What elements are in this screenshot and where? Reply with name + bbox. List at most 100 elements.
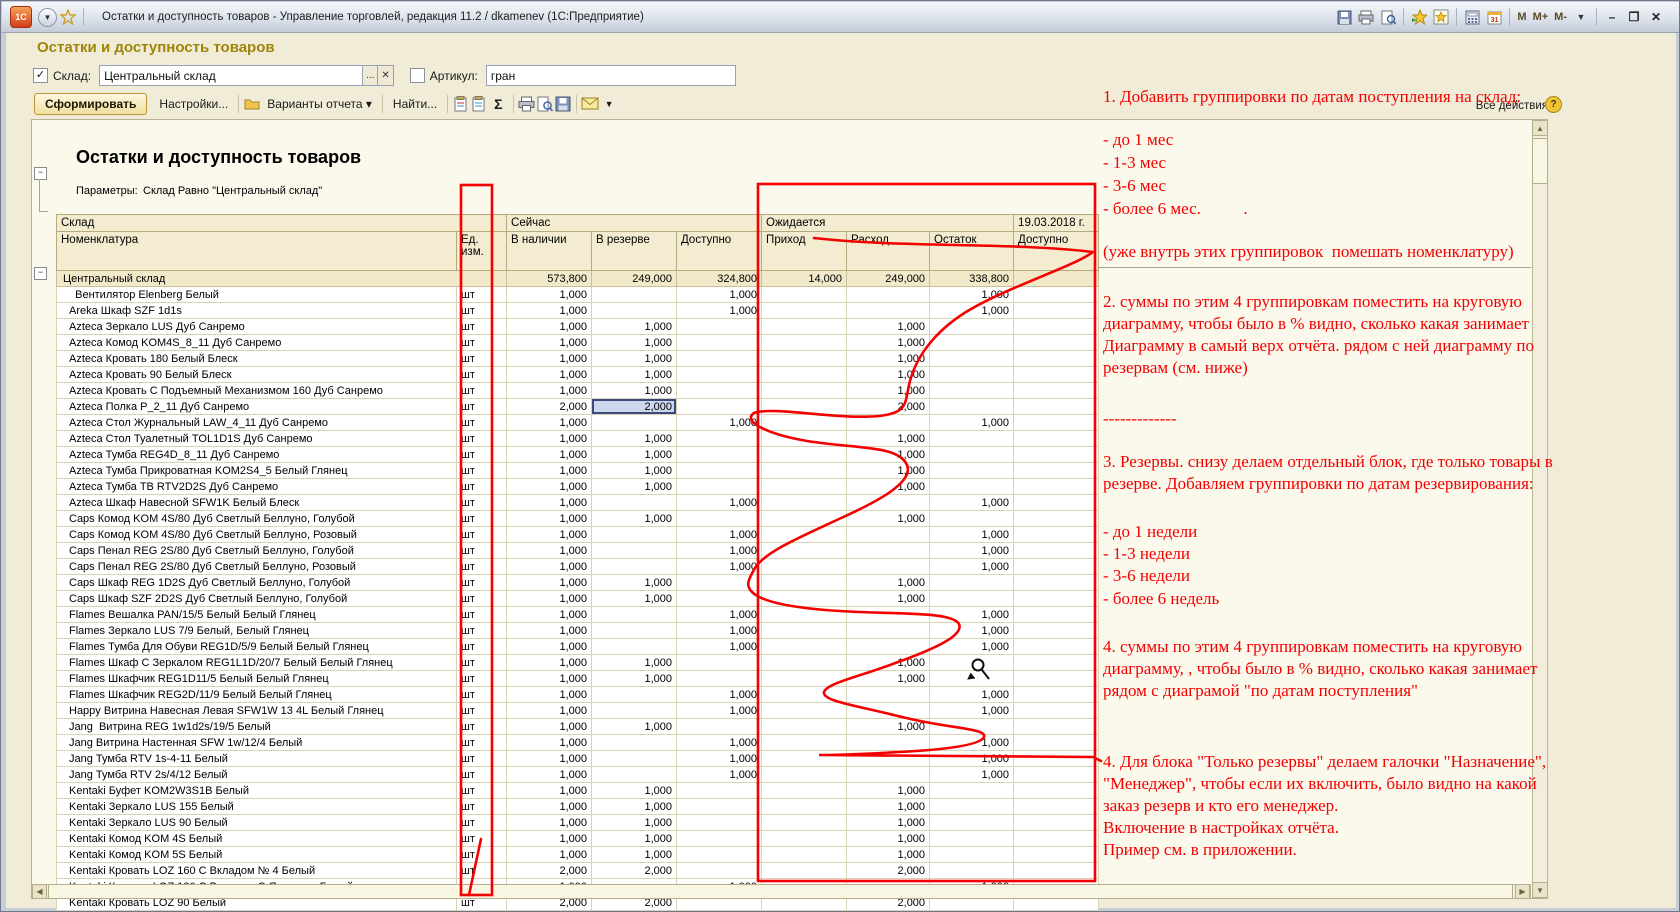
item-cell[interactable] — [1014, 367, 1099, 383]
item-cell[interactable] — [592, 751, 677, 767]
item-unit[interactable]: шт — [457, 511, 507, 527]
group-cell[interactable] — [1014, 271, 1099, 287]
preview-icon[interactable] — [1378, 7, 1398, 27]
calendar-31-icon[interactable]: 31 — [1484, 7, 1504, 27]
item-cell[interactable]: 1,000 — [507, 527, 592, 543]
header-nomenclature[interactable]: Номенклатура — [57, 232, 457, 271]
item-cell[interactable]: 2,000 — [592, 399, 677, 415]
item-cell[interactable] — [930, 799, 1014, 815]
restore-button[interactable]: ❐ — [1623, 10, 1645, 24]
item-cell[interactable]: 1,000 — [507, 287, 592, 303]
item-cell[interactable]: 1,000 — [592, 447, 677, 463]
item-name[interactable]: Caps Шкаф REG 1D2S Дуб Светлый Беллуно, … — [57, 575, 457, 591]
report-variants-button[interactable]: Варианты отчета ▾ — [261, 95, 378, 113]
item-name[interactable]: Flames Вешалка PAN/15/5 Белый Белый Глян… — [57, 607, 457, 623]
item-cell[interactable] — [847, 287, 930, 303]
item-cell[interactable] — [1014, 319, 1099, 335]
item-name[interactable]: Caps Шкаф SZF 2D2S Дуб Светлый Беллуно, … — [57, 591, 457, 607]
save-icon[interactable] — [1334, 7, 1354, 27]
item-cell[interactable] — [677, 863, 762, 879]
item-name[interactable]: Azteca Стол Журнальный LAW_4_11 Дуб Санр… — [57, 415, 457, 431]
item-cell[interactable] — [1014, 639, 1099, 655]
item-cell[interactable] — [1014, 671, 1099, 687]
item-cell[interactable] — [1014, 847, 1099, 863]
item-name[interactable]: Azteca Тумба ТВ RTV2D2S Дуб Санремо — [57, 479, 457, 495]
item-cell[interactable]: 1,000 — [592, 591, 677, 607]
item-name[interactable]: Azteca Комод KOM4S_8_11 Дуб Санремо — [57, 335, 457, 351]
header-income[interactable]: Приход — [762, 232, 847, 271]
close-button[interactable]: ✕ — [1645, 10, 1667, 24]
item-cell[interactable] — [592, 623, 677, 639]
item-name[interactable]: Azteca Кровать С Подъемный Механизмом 16… — [57, 383, 457, 399]
group-cell[interactable]: 573,800 — [507, 271, 592, 287]
item-cell[interactable]: 1,000 — [930, 751, 1014, 767]
item-cell[interactable] — [930, 575, 1014, 591]
item-cell[interactable] — [677, 367, 762, 383]
item-cell[interactable]: 1,000 — [847, 431, 930, 447]
item-unit[interactable]: шт — [457, 351, 507, 367]
item-cell[interactable]: 1,000 — [677, 415, 762, 431]
warehouse-checkbox[interactable]: ✓ — [33, 68, 48, 83]
item-unit[interactable]: шт — [457, 303, 507, 319]
item-cell[interactable] — [762, 335, 847, 351]
item-unit[interactable]: шт — [457, 607, 507, 623]
item-cell[interactable]: 1,000 — [592, 431, 677, 447]
item-cell[interactable]: 1,000 — [507, 655, 592, 671]
item-unit[interactable]: шт — [457, 671, 507, 687]
item-cell[interactable] — [677, 463, 762, 479]
item-cell[interactable]: 1,000 — [847, 575, 930, 591]
item-unit[interactable]: шт — [457, 575, 507, 591]
item-cell[interactable] — [762, 607, 847, 623]
item-cell[interactable]: 1,000 — [592, 719, 677, 735]
item-cell[interactable]: 1,000 — [507, 783, 592, 799]
save-icon[interactable] — [554, 95, 572, 113]
item-cell[interactable] — [1014, 447, 1099, 463]
item-cell[interactable] — [762, 591, 847, 607]
item-cell[interactable]: 2,000 — [847, 863, 930, 879]
item-cell[interactable]: 1,000 — [507, 543, 592, 559]
item-name[interactable]: Вентилятор Elenberg Белый — [57, 287, 457, 303]
item-cell[interactable]: 1,000 — [592, 799, 677, 815]
item-cell[interactable] — [762, 783, 847, 799]
item-unit[interactable]: шт — [457, 783, 507, 799]
item-cell[interactable] — [762, 815, 847, 831]
item-cell[interactable] — [1014, 543, 1099, 559]
header-reserve[interactable]: В резерве — [592, 232, 677, 271]
item-cell[interactable] — [847, 303, 930, 319]
item-cell[interactable] — [762, 463, 847, 479]
item-name[interactable]: Azteca Кровать 180 Белый Блеск — [57, 351, 457, 367]
item-cell[interactable] — [592, 639, 677, 655]
item-cell[interactable] — [1014, 495, 1099, 511]
item-cell[interactable] — [677, 335, 762, 351]
item-cell[interactable]: 1,000 — [507, 303, 592, 319]
item-cell[interactable] — [592, 495, 677, 511]
item-cell[interactable] — [847, 543, 930, 559]
item-cell[interactable] — [1014, 415, 1099, 431]
item-cell[interactable] — [847, 415, 930, 431]
item-unit[interactable]: шт — [457, 383, 507, 399]
item-name[interactable]: Azteca Тумба Прикроватная KOM2S4_5 Белый… — [57, 463, 457, 479]
item-cell[interactable]: 1,000 — [592, 783, 677, 799]
item-cell[interactable] — [592, 415, 677, 431]
item-cell[interactable]: 1,000 — [930, 495, 1014, 511]
item-cell[interactable] — [1014, 767, 1099, 783]
item-cell[interactable] — [1014, 655, 1099, 671]
item-cell[interactable] — [677, 431, 762, 447]
item-unit[interactable]: шт — [457, 623, 507, 639]
item-unit[interactable]: шт — [457, 479, 507, 495]
group-row-name[interactable]: Центральный склад — [57, 271, 507, 287]
star-add-icon[interactable] — [1409, 7, 1429, 27]
find-button[interactable]: Найти... — [387, 95, 443, 113]
item-cell[interactable]: 1,000 — [847, 655, 930, 671]
item-cell[interactable] — [847, 559, 930, 575]
item-cell[interactable] — [930, 463, 1014, 479]
item-cell[interactable]: 1,000 — [847, 719, 930, 735]
mail-dropdown-icon[interactable]: ▼ — [599, 97, 620, 111]
item-cell[interactable]: 1,000 — [592, 815, 677, 831]
item-cell[interactable]: 1,000 — [592, 671, 677, 687]
item-cell[interactable] — [592, 543, 677, 559]
item-cell[interactable]: 1,000 — [507, 383, 592, 399]
item-cell[interactable] — [762, 479, 847, 495]
item-cell[interactable] — [762, 687, 847, 703]
item-cell[interactable] — [1014, 703, 1099, 719]
